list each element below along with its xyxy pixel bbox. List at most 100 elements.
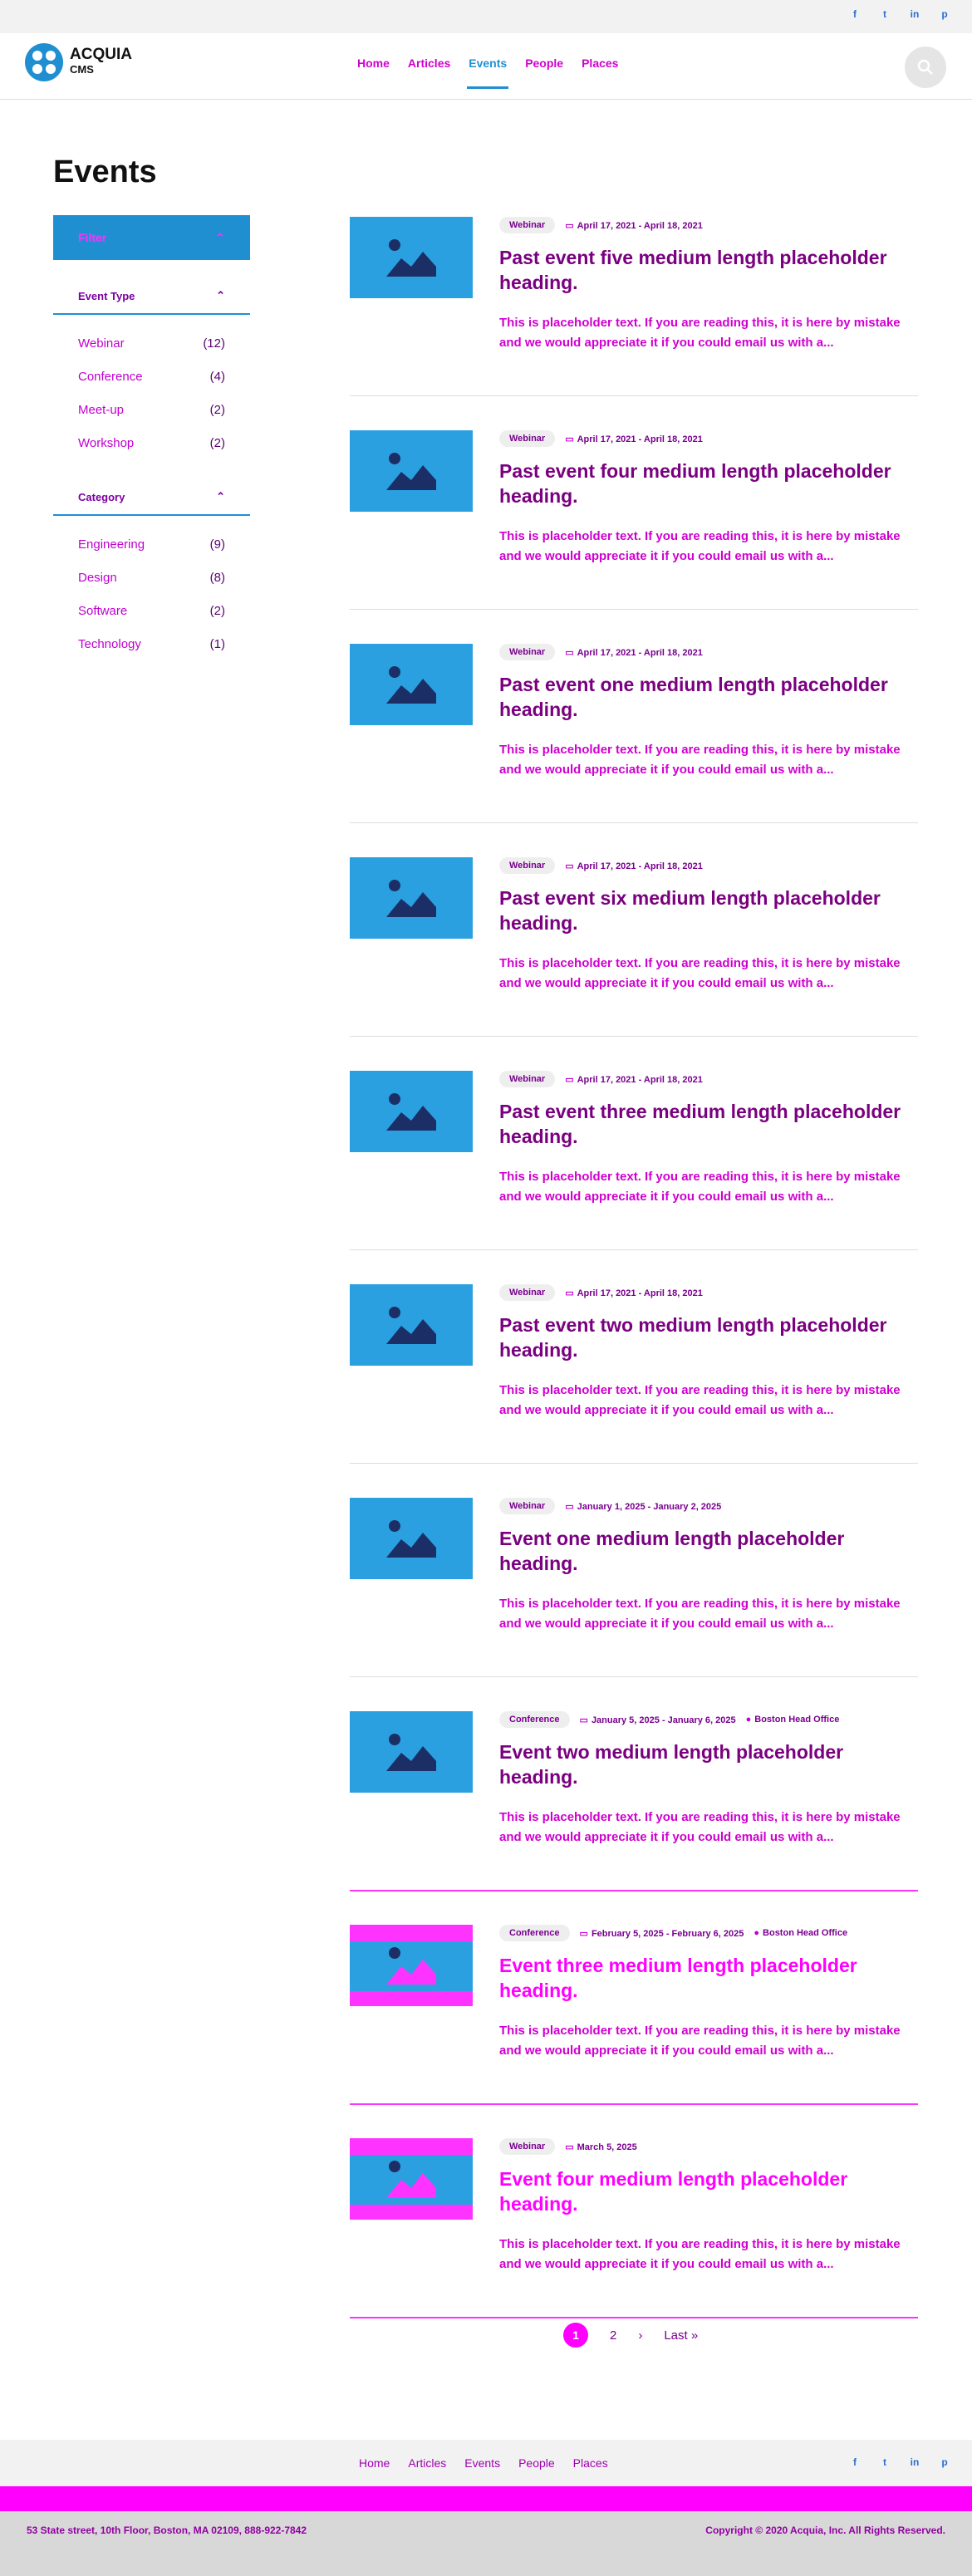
event-title[interactable]: Past event three medium length placehold… [499,1099,918,1149]
image-placeholder-icon [386,666,436,704]
linkedin-icon[interactable]: in [909,2456,920,2468]
event-summary: This is placeholder text. If you are rea… [499,1810,901,1844]
event-thumbnail[interactable] [350,857,473,939]
facet-event-type: Event Type ⌃ Webinar (12) Conference (4) M… [53,278,250,459]
footer-link-events[interactable]: Events [464,2456,500,2470]
footer-link-places[interactable]: Places [573,2456,608,2470]
facet-item-software[interactable]: Software (2) [53,594,250,627]
facet-item-meetup[interactable]: Meet-up (2) [53,393,250,426]
event-thumbnail[interactable] [350,1498,473,1579]
facet-item-webinar[interactable]: Webinar (12) [53,326,250,360]
event-title[interactable]: Past event one medium length placeholder… [499,672,918,722]
event-summary: This is placeholder text. If you are rea… [499,743,901,777]
event-thumbnail[interactable] [350,1284,473,1366]
facebook-icon[interactable]: f [849,2456,861,2468]
event-thumbnail[interactable] [350,1925,473,2006]
event-title[interactable]: Past event six medium length placeholder… [499,886,918,935]
event-thumbnail[interactable] [350,1711,473,1793]
pager-last[interactable]: Last » [664,2328,698,2343]
event-summary: This is placeholder text. If you are rea… [499,956,901,990]
facet-item-count: (2) [209,402,225,417]
event-type-badge: Conference [499,1925,570,1941]
event-thumbnail[interactable] [350,644,473,725]
event-date: ▭ March 5, 2025 [565,2142,637,2152]
footer-link-people[interactable]: People [518,2456,555,2470]
event-title[interactable]: Event four medium length placeholder hea… [499,2166,918,2216]
event-title[interactable]: Past event two medium length placeholder… [499,1313,918,1362]
image-placeholder-icon [386,239,436,277]
facet-item-engineering[interactable]: Engineering (9) [53,527,250,561]
event-title[interactable]: Past event five medium length placeholde… [499,245,918,295]
event-thumbnail[interactable] [350,1071,473,1152]
pinterest-icon[interactable]: p [939,2456,950,2468]
pager-page-2[interactable]: 2 [610,2328,616,2343]
footer-nav: Home Articles Events People Places f t i… [0,2440,972,2486]
event-title[interactable]: Event two medium length placeholder head… [499,1739,918,1789]
facet-item-design[interactable]: Design (8) [53,561,250,594]
event-location: ● Boston Head Office [746,1715,840,1725]
nav-places[interactable]: Places [582,56,618,70]
footer-divider-bar [0,2486,972,2511]
nav-home[interactable]: Home [357,56,390,70]
facet-item-count: (8) [209,570,225,585]
logo-line1: ACQUIA [70,46,132,63]
event-date-text: January 1, 2025 - January 2, 2025 [577,1501,722,1512]
event-date: ▭ January 1, 2025 - January 2, 2025 [565,1501,721,1512]
pager-next[interactable]: › [638,2328,642,2343]
twitter-icon[interactable]: t [879,2456,891,2468]
calendar-icon: ▭ [565,1288,574,1298]
event-date-text: March 5, 2025 [577,2142,637,2152]
logo-mark-icon [25,43,63,81]
event-date-text: April 17, 2021 - April 18, 2021 [577,434,703,444]
calendar-icon: ▭ [579,1715,588,1725]
event-location-text: Boston Head Office [763,1928,848,1938]
filter-toggle[interactable]: Filter ⌃ [53,215,250,260]
linkedin-icon[interactable]: in [909,8,920,20]
image-placeholder-icon [386,2161,436,2198]
site-logo[interactable]: ACQUIA CMS [25,43,132,81]
card-divider [350,1463,918,1464]
facet-title-event-type[interactable]: Event Type ⌃ [53,278,250,315]
footer-social-links: f t in p [849,2456,950,2468]
facet-item-label: Conference [78,369,143,384]
nav-people[interactable]: People [525,56,563,70]
event-title[interactable]: Event three medium length placeholder he… [499,1953,918,2003]
event-date: ▭ April 17, 2021 - April 18, 2021 [565,1288,703,1298]
calendar-icon: ▭ [565,434,574,444]
event-meta: Conference ▭ February 5, 2025 - February 6… [499,1925,847,1941]
event-date: ▭ April 17, 2021 - April 18, 2021 [565,434,703,444]
pager-current[interactable]: 1 [563,2323,588,2348]
nav-articles[interactable]: Articles [408,56,450,70]
search-button[interactable] [905,47,946,88]
image-placeholder-icon [386,1307,436,1344]
event-title[interactable]: Past event four medium length placeholde… [499,459,918,508]
pinterest-icon[interactable]: p [939,8,950,20]
footer-link-articles[interactable]: Articles [408,2456,446,2470]
nav-events[interactable]: Events [467,56,509,89]
event-thumbnail[interactable] [350,2138,473,2220]
facebook-icon[interactable]: f [849,8,861,20]
event-date-text: April 17, 2021 - April 18, 2021 [577,647,703,658]
event-meta: Webinar ▭ March 5, 2025 [499,2138,637,2155]
filter-label: Filter [78,231,107,244]
footer-link-home[interactable]: Home [359,2456,390,2470]
facet-title-category[interactable]: Category ⌃ [53,479,250,516]
card-divider [350,609,918,610]
footer-copyright: Copyright © 2020 Acquia, Inc. All Rights… [705,2524,945,2536]
facet-item-label: Engineering [78,537,145,552]
event-title[interactable]: Event one medium length placeholder head… [499,1526,918,1576]
logo-line2: CMS [70,63,94,76]
event-date-text: April 17, 2021 - April 18, 2021 [577,861,703,871]
event-type-badge: Webinar [499,857,556,874]
footer-bottom: 53 State street, 10th Floor, Boston, MA … [0,2511,972,2576]
facet-item-conference[interactable]: Conference (4) [53,360,250,393]
twitter-icon[interactable]: t [879,8,891,20]
event-thumbnail[interactable] [350,217,473,298]
facet-item-count: (9) [209,537,225,552]
event-thumbnail[interactable] [350,430,473,512]
facet-item-workshop[interactable]: Workshop (2) [53,426,250,459]
event-summary: This is placeholder text. If you are rea… [499,529,901,563]
event-meta: Webinar ▭ April 17, 2021 - April 18, 2021 [499,217,703,233]
facet-item-technology[interactable]: Technology (1) [53,627,250,660]
event-date: ▭ April 17, 2021 - April 18, 2021 [565,647,703,658]
